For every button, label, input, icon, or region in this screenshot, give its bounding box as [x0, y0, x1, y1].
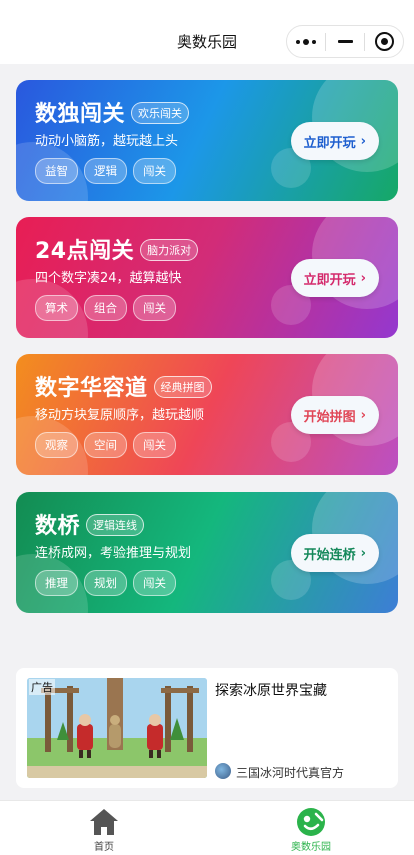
mini-program-capsule [286, 25, 404, 58]
game-description: 动动小脑筋，越玩越上头 [35, 134, 179, 149]
game-tag: 规划 [84, 570, 127, 596]
game-tags: 观察 空间 闯关 [35, 432, 176, 458]
game-tag: 组合 [84, 295, 127, 321]
game-tag: 益智 [35, 158, 78, 184]
game-title: 数桥 逻辑连线 [35, 508, 145, 540]
game-tag: 空间 [84, 432, 127, 458]
chevron-right-icon: › [360, 270, 366, 286]
game-title: 24点闯关 脑力派对 [35, 233, 199, 265]
game-tag: 闯关 [133, 432, 176, 458]
game-title: 数独闯关 欢乐闯关 [35, 96, 190, 128]
game-tag: 推理 [35, 570, 78, 596]
game-badge: 欢乐闯关 [131, 102, 190, 124]
tab-home[interactable]: 首页 [64, 807, 144, 853]
ad-label: 广告 [29, 679, 55, 695]
ad-image[interactable]: 广告 [27, 678, 207, 778]
play-button-label: 开始拼图 [303, 409, 356, 425]
more-button[interactable] [287, 26, 325, 57]
game-description: 连桥成网，考验推理与规划 [35, 546, 192, 561]
play-button-label: 立即开玩 [303, 135, 356, 151]
tab-bar: 首页 奥数乐园 [0, 800, 414, 855]
ad-banner[interactable]: 广告 探索冰原世界宝藏 三国冰河时代真官方 [16, 668, 398, 788]
sponsor-avatar [215, 763, 231, 779]
play-button[interactable]: 开始连桥 › [290, 534, 379, 572]
game-tag: 算术 [35, 295, 78, 321]
play-button-label: 立即开玩 [303, 272, 356, 288]
ad-sponsor[interactable]: 三国冰河时代真官方 [236, 764, 344, 781]
game-badge: 逻辑连线 [86, 514, 145, 536]
game-badge: 经典拼图 [153, 376, 212, 398]
game-tag: 闯关 [133, 570, 176, 596]
game-tag: 闯关 [133, 158, 176, 184]
game-tags: 推理 规划 闯关 [35, 570, 176, 596]
minimize-button[interactable] [326, 26, 364, 57]
game-card-bridges[interactable]: 数桥 逻辑连线 连桥成网，考验推理与规划 推理 规划 闯关 开始连桥 › [16, 492, 398, 613]
play-button[interactable]: 立即开玩 › [290, 122, 379, 160]
more-dots-icon [296, 38, 316, 45]
home-icon [90, 809, 118, 835]
chevron-right-icon: › [360, 407, 366, 423]
navigation-bar: 奥数乐园 [0, 0, 414, 64]
game-icon [297, 808, 325, 836]
game-card-klotski[interactable]: 数字华容道 经典拼图 移动方块复原顺序，越玩越顺 观察 空间 闯关 开始拼图 › [16, 354, 398, 475]
ad-title[interactable]: 探索冰原世界宝藏 [215, 680, 327, 700]
target-close-icon [374, 32, 394, 51]
tab-label: 奥数乐园 [291, 842, 331, 853]
game-tag: 观察 [35, 432, 78, 458]
game-description: 移动方块复原顺序，越玩越顺 [35, 408, 205, 423]
chevron-right-icon: › [360, 545, 366, 561]
game-description: 四个数字凑24，越算越快 [35, 271, 182, 286]
minimize-icon [337, 40, 353, 43]
tab-math-park[interactable]: 奥数乐园 [271, 807, 351, 853]
tab-label: 首页 [94, 842, 114, 853]
game-tags: 算术 组合 闯关 [35, 295, 176, 321]
play-button[interactable]: 立即开玩 › [290, 259, 379, 297]
close-button[interactable] [365, 26, 403, 57]
game-tag: 闯关 [133, 295, 176, 321]
play-button-label: 开始连桥 [303, 547, 356, 563]
game-card-sudoku[interactable]: 数独闯关 欢乐闯关 动动小脑筋，越玩越上头 益智 逻辑 闯关 立即开玩 › [16, 80, 398, 201]
game-tags: 益智 逻辑 闯关 [35, 158, 176, 184]
chevron-right-icon: › [360, 133, 366, 149]
game-tag: 逻辑 [84, 158, 127, 184]
game-card-24-points[interactable]: 24点闯关 脑力派对 四个数字凑24，越算越快 算术 组合 闯关 立即开玩 › [16, 217, 398, 338]
game-badge: 脑力派对 [140, 239, 199, 261]
game-title: 数字华容道 经典拼图 [35, 370, 212, 402]
play-button[interactable]: 开始拼图 › [290, 396, 379, 434]
